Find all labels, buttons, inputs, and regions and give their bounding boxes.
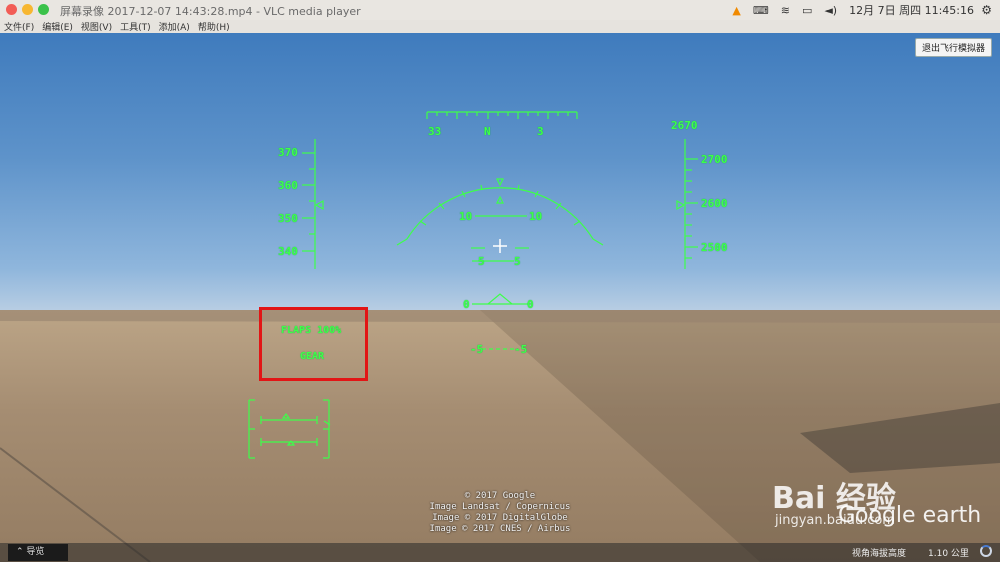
menu-file[interactable]: 文件(F)	[4, 20, 34, 33]
imagery-copyright: © 2017 Google Image Landsat / Copernicus…	[0, 491, 1000, 535]
heading-label-3: 3	[537, 125, 544, 138]
heading-tape	[426, 111, 578, 119]
pitch-label-0-left: 0	[463, 298, 470, 311]
heading-label-n: N	[484, 125, 491, 138]
copyright-line: Image © 2017 CNES / Airbus	[429, 524, 571, 534]
speed-tick-340: 340	[278, 245, 298, 258]
pitch-label-5-right: 5	[514, 255, 521, 268]
altitude-tick-2500: 2500	[701, 241, 728, 254]
maximize-window-button[interactable]	[38, 4, 49, 15]
vlc-icon[interactable]: ▲	[732, 4, 740, 17]
pitch-label-10-left: 10	[459, 210, 473, 223]
pitch-label-10-right: 10	[529, 210, 543, 223]
flaps-label: FLAPS 100%	[281, 325, 342, 336]
system-tray: ▲ ⌨ ≋ ▭ ◄) 12月 7日 周四 11:45:16	[732, 0, 1000, 20]
clock[interactable]: 12月 7日 周四 11:45:16	[849, 2, 974, 18]
gear-label: GEAR	[300, 351, 325, 362]
copyright-line: Image Landsat / Copernicus	[429, 502, 571, 512]
gear-icon[interactable]: ⚙	[981, 3, 992, 17]
eye-altitude-label: 视角海拔高度	[852, 549, 907, 559]
pitch-label-5-left: 5	[478, 255, 485, 268]
copyright-line: © 2017 Google	[464, 491, 536, 501]
volume-icon[interactable]: ◄)	[824, 4, 837, 17]
close-window-button[interactable]	[6, 4, 17, 15]
menu-edit[interactable]: 编辑(E)	[42, 20, 73, 33]
status-bar	[0, 543, 1000, 562]
exit-flight-simulator-button[interactable]: 退出飞行模拟器	[914, 38, 992, 57]
altitude-tick-2700: 2700	[701, 153, 728, 166]
altitude-tape	[676, 139, 698, 269]
airspeed-tape	[302, 139, 324, 269]
speed-tick-370: 370	[278, 146, 298, 159]
altitude-readout: 2670	[671, 119, 698, 132]
battery-icon[interactable]: ▭	[802, 4, 812, 17]
speed-tick-350: 350	[278, 212, 298, 225]
crosshair-icon	[493, 239, 507, 253]
pitch-ladder	[471, 215, 529, 350]
menu-bar: 文件(F) 编辑(E) 视图(V) 工具(T) 添加(A) 帮助(H)	[0, 20, 1000, 33]
flight-view[interactable]: 33 N 3 370 360 350 340 2670 2700 2600 25…	[0, 33, 1000, 562]
chevron-up-icon: ⌃	[16, 547, 27, 557]
navigation-button[interactable]: ⌃ 导览	[8, 544, 68, 561]
flaps-gear-indicator	[248, 399, 331, 459]
pitch-label-0-right: 0	[527, 298, 534, 311]
speed-tick-360: 360	[278, 179, 298, 192]
wifi-icon[interactable]: ≋	[781, 4, 790, 17]
eye-altitude-value: 1.10 公里	[928, 549, 969, 559]
menu-help[interactable]: 帮助(H)	[198, 20, 230, 33]
bank-indicator	[396, 178, 604, 246]
window-title: 屏幕录像 2017-12-07 14:43:28.mp4 - VLC media…	[60, 5, 361, 18]
title-bar: 屏幕录像 2017-12-07 14:43:28.mp4 - VLC media…	[0, 0, 1000, 21]
copyright-line: Image © 2017 DigitalGlobe	[432, 513, 568, 523]
heading-label-33: 33	[428, 125, 442, 138]
menu-view[interactable]: 视图(V)	[81, 20, 112, 33]
menu-add[interactable]: 添加(A)	[159, 20, 190, 33]
loading-spinner-icon	[980, 545, 992, 557]
pitch-label-m5-left: -5	[470, 343, 484, 356]
nav-label: 导览	[26, 547, 45, 557]
minimize-window-button[interactable]	[22, 4, 33, 15]
keyboard-icon[interactable]: ⌨	[753, 4, 769, 17]
menu-tools[interactable]: 工具(T)	[120, 20, 151, 33]
altitude-tick-2600: 2600	[701, 197, 728, 210]
pitch-label-m5-right: -5	[514, 343, 528, 356]
flaps-highlight-box	[259, 307, 368, 381]
